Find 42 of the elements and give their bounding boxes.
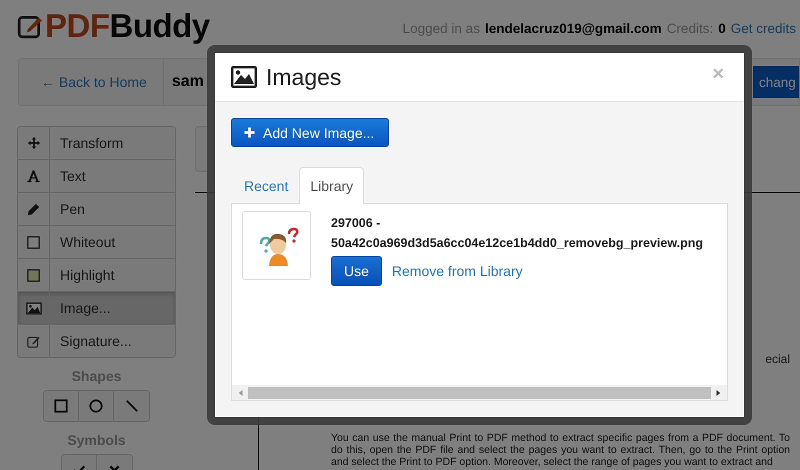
- highlight-square-icon: [27, 268, 40, 282]
- get-credits-link[interactable]: Get credits: [730, 20, 796, 36]
- line-icon: [124, 399, 138, 413]
- left-arrow-icon: [238, 388, 244, 396]
- edit-icon: [27, 334, 40, 348]
- square-icon: [27, 236, 40, 248]
- rectangle-button[interactable]: [44, 391, 79, 421]
- logo-text: PDFBuddy: [45, 7, 210, 45]
- back-link[interactable]: ← Back to Home: [41, 74, 147, 90]
- font-icon: [27, 169, 40, 183]
- tab[interactable]: Library: [299, 167, 364, 204]
- pencil-icon: [27, 202, 40, 216]
- tool-item[interactable]: Whiteout: [18, 226, 175, 259]
- add-image-button[interactable]: Add New Image...: [231, 118, 390, 147]
- right-arrow-icon: [715, 388, 721, 396]
- tab[interactable]: Recent: [233, 167, 300, 204]
- file-name: sam: [172, 73, 204, 91]
- tool-item[interactable]: Highlight: [18, 259, 175, 292]
- dialog-title: Images: [266, 64, 342, 90]
- square-icon: [54, 399, 68, 413]
- move-icon: [26, 136, 40, 150]
- image-icon: [26, 302, 42, 314]
- tool-item[interactable]: Signature...: [18, 325, 175, 357]
- save-button[interactable]: chang: [753, 66, 799, 98]
- image-file-name: 297006 - 50a42c0a969d3d5a6cc04e12ce1b4dd0_removebg_preview.png: [331, 215, 704, 252]
- document-paragraph: You can use the manual Print to PDF method to extract specific pages from a PDF document. To do this, open the PDF file and select the pages you want to extract. Then, go to the Print option and select the Print to PDF option. Moreover, select the range of pages you want to extract and: [331, 432, 790, 468]
- document-text: ecial: [765, 352, 790, 366]
- circle-button[interactable]: [79, 391, 114, 421]
- tool-item[interactable]: Text: [18, 160, 175, 193]
- tool-item[interactable]: Transform: [18, 127, 175, 160]
- circle-icon: [89, 399, 103, 413]
- tool-item[interactable]: Image...: [18, 292, 175, 325]
- horizontal-scrollbar[interactable]: [232, 385, 727, 400]
- line-button[interactable]: [114, 391, 149, 421]
- remove-link[interactable]: Remove from Library: [392, 263, 523, 279]
- user-email: lendelacruz019@gmail.com: [484, 20, 662, 36]
- tool-item[interactable]: Pen: [18, 193, 175, 226]
- edit-icon: [17, 13, 43, 39]
- credits-count: 0: [718, 20, 726, 36]
- use-button[interactable]: Use: [331, 256, 382, 286]
- plus-icon: [244, 127, 255, 138]
- image-icon: [231, 66, 257, 88]
